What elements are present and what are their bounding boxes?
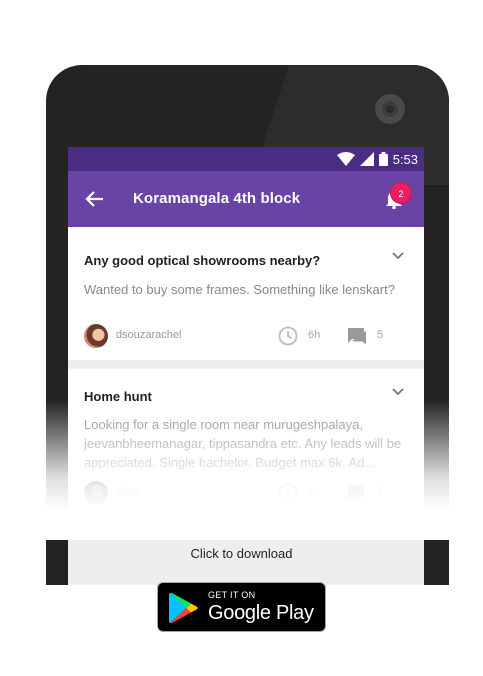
camera-icon <box>375 94 405 124</box>
google-play-button[interactable]: GET IT ON Google Play <box>157 582 326 632</box>
post-title[interactable]: Home hunt <box>84 389 152 404</box>
phone-frame: 5:53 Koramangala 4th block 2 Any good op… <box>46 65 449 585</box>
badge-big-text: Google Play <box>208 602 314 624</box>
post-time: 6h <box>308 329 321 341</box>
post-feed: Any good optical showrooms nearby? Wante… <box>68 227 424 529</box>
signal-icon <box>359 152 374 166</box>
battery-icon <box>378 152 388 166</box>
post-body: Looking for a single room near murugeshp… <box>84 417 402 470</box>
wifi-icon <box>336 152 355 166</box>
download-label: Click to download <box>190 546 293 561</box>
post-title[interactable]: Any good optical showrooms nearby? <box>84 253 320 268</box>
avatar[interactable] <box>84 324 108 348</box>
post-body: Wanted to buy some frames. Something lik… <box>84 282 395 297</box>
chevron-down-icon[interactable] <box>392 252 404 260</box>
post-meta: dsouzarachel 6h 5 <box>84 324 414 348</box>
status-time: 5:53 <box>392 151 418 167</box>
back-arrow-icon[interactable] <box>85 189 105 209</box>
google-play-icon <box>169 592 198 624</box>
post-card[interactable]: Home hunt Looking for a single room near… <box>68 369 424 529</box>
notification-badge[interactable]: 2 <box>390 182 412 204</box>
post-time: 2d <box>308 486 321 498</box>
page-title: Koramangala 4th block <box>133 190 301 207</box>
comment-count: 7 <box>377 486 384 498</box>
clock-icon <box>278 483 298 503</box>
comment-count: 5 <box>377 329 384 341</box>
post-author[interactable]: midz <box>116 486 139 498</box>
avatar[interactable] <box>84 481 108 505</box>
app-bar: Koramangala 4th block 2 <box>68 171 424 227</box>
status-bar: 5:53 <box>68 147 424 171</box>
phone-screen: 5:53 Koramangala 4th block 2 Any good op… <box>68 147 424 585</box>
comment-icon[interactable] <box>347 483 367 503</box>
clock-icon <box>278 326 298 346</box>
comment-icon[interactable] <box>347 326 367 346</box>
chevron-down-icon[interactable] <box>392 388 404 396</box>
badge-small-text: GET IT ON <box>208 590 256 600</box>
post-meta: midz 2d 7 <box>84 481 414 505</box>
post-author[interactable]: dsouzarachel <box>116 329 181 341</box>
post-card[interactable]: Any good optical showrooms nearby? Wante… <box>68 227 424 360</box>
